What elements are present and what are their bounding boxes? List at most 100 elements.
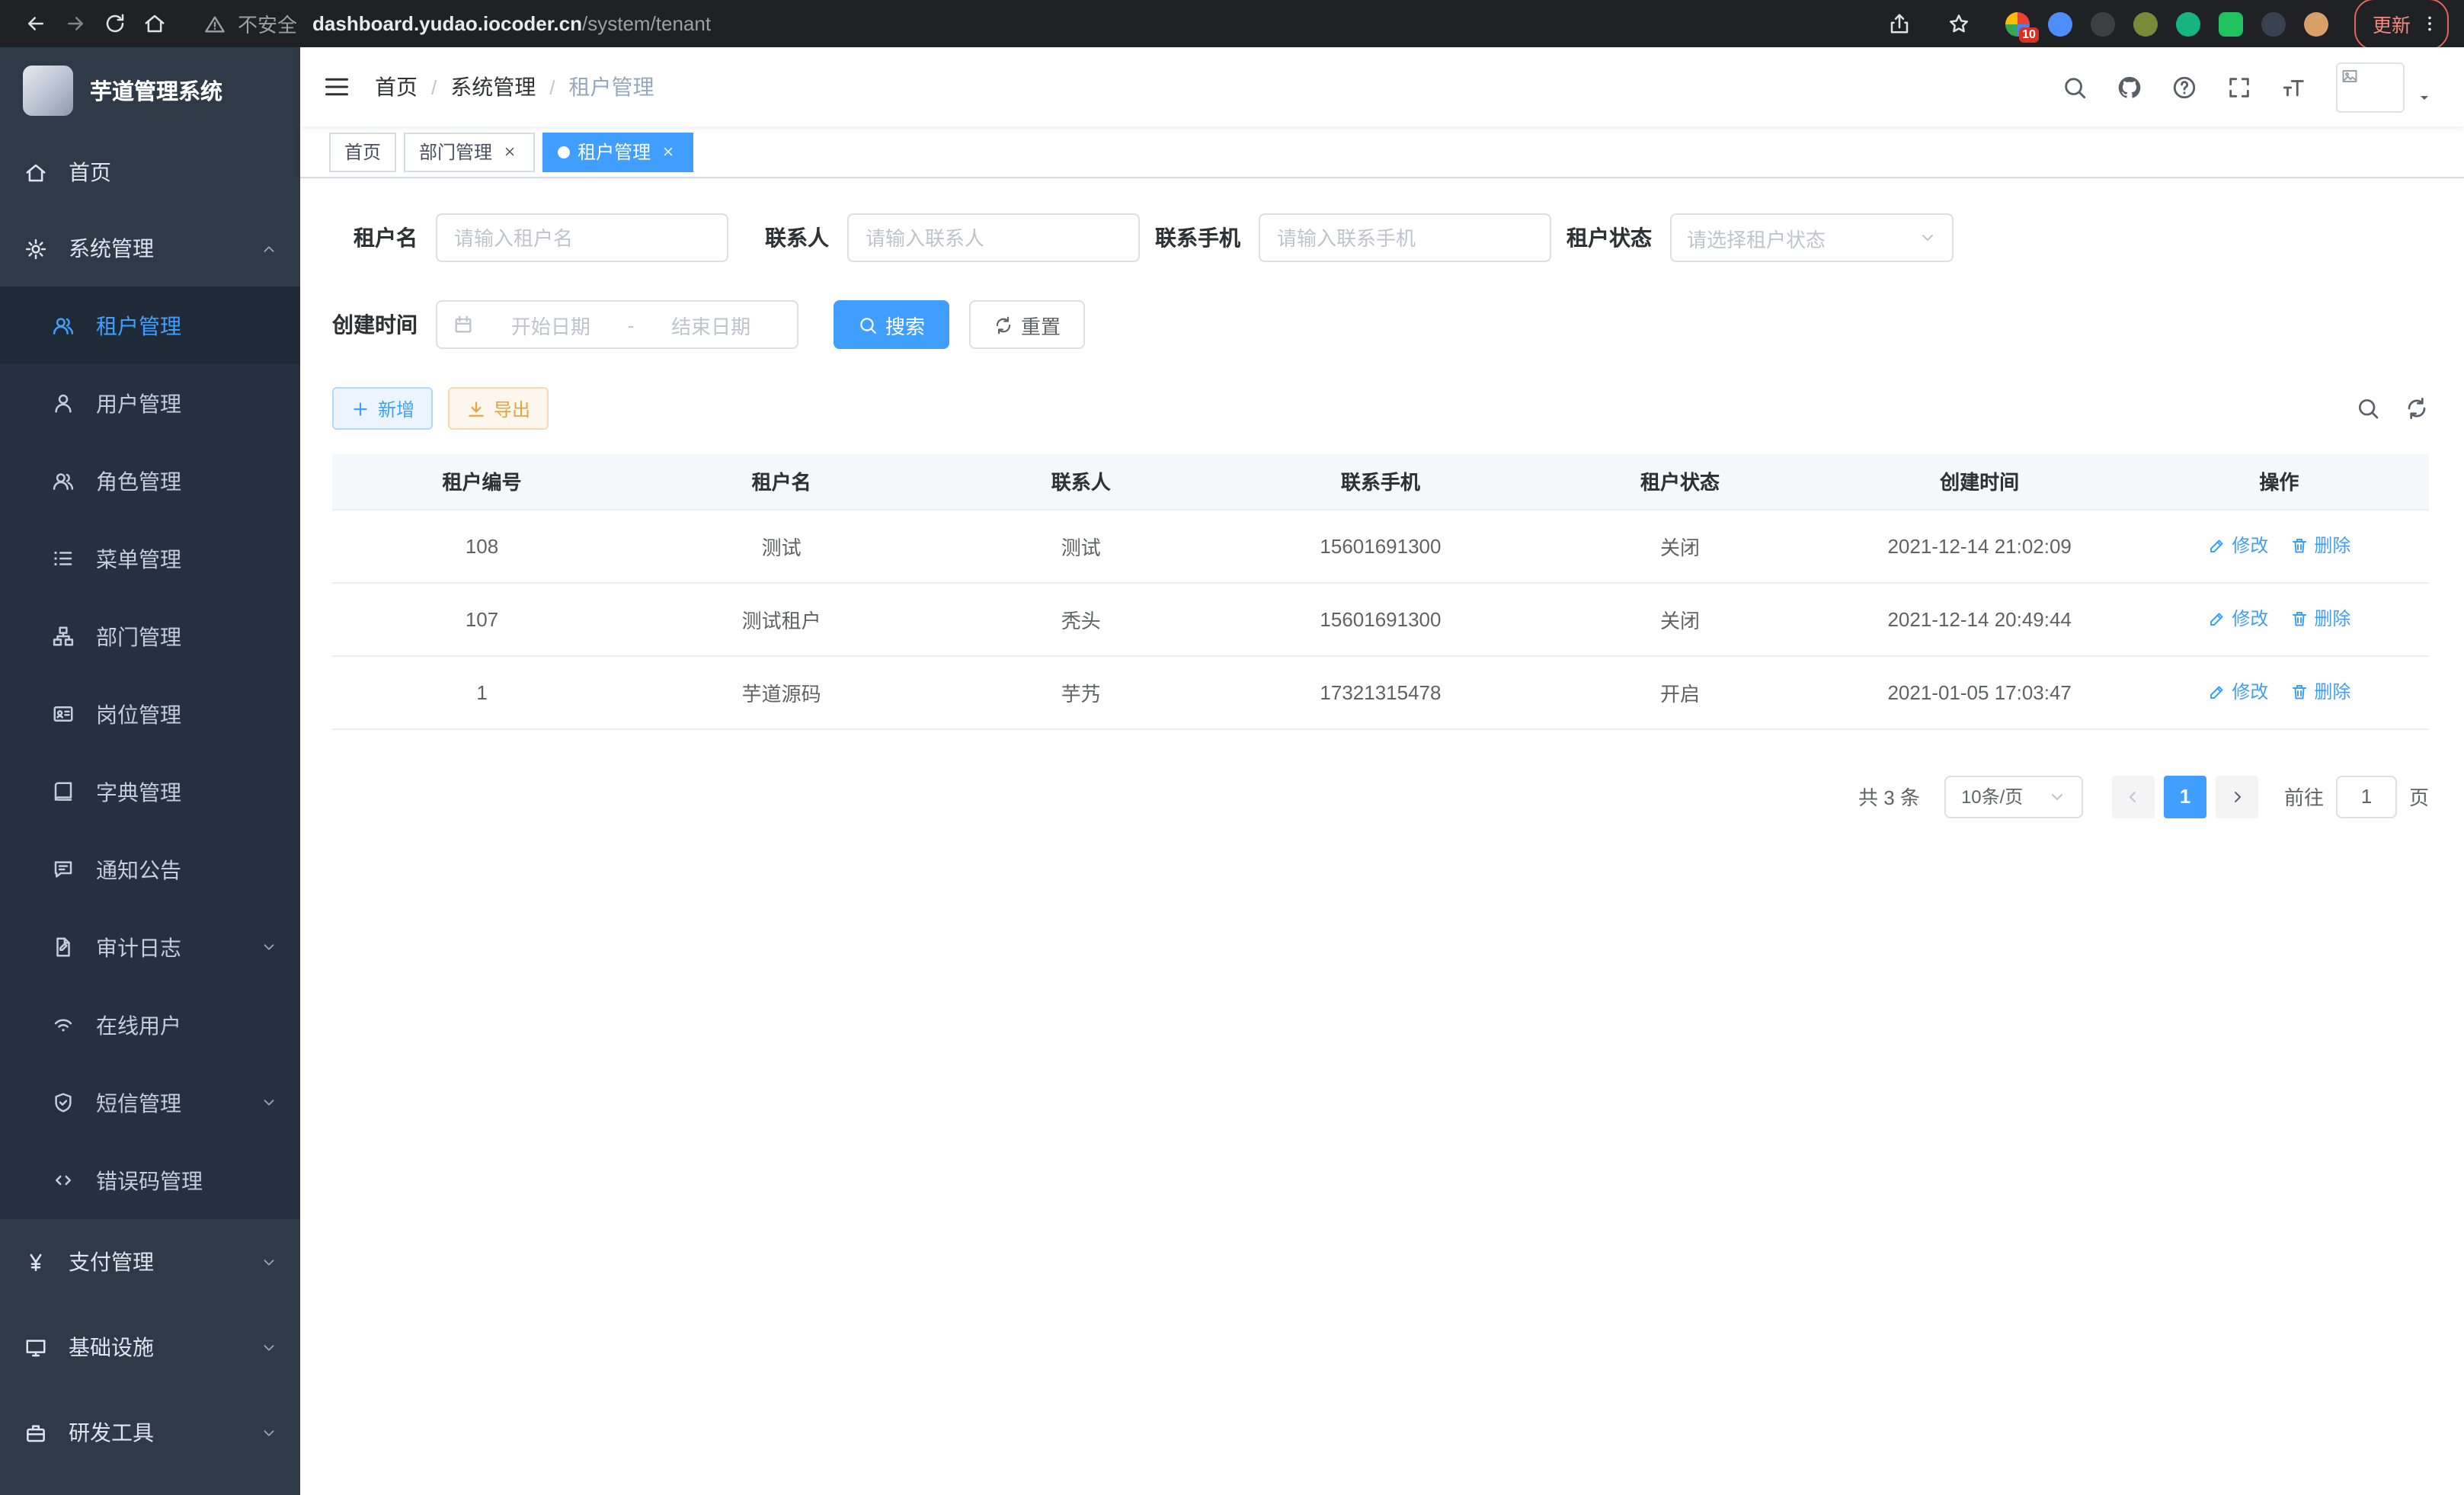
export-button[interactable]: 导出 <box>448 387 549 430</box>
sidebar-item-notice[interactable]: 通知公告 <box>0 831 300 908</box>
browser-forward-icon[interactable] <box>55 4 94 43</box>
sidebar-item-menu[interactable]: 菜单管理 <box>0 520 300 597</box>
column-header: 租户名 <box>632 454 931 509</box>
security-label: 不安全 <box>238 9 297 38</box>
chevron-down-icon <box>261 1424 277 1441</box>
user-menu-caret-icon[interactable] <box>2415 88 2434 112</box>
refresh-table-icon[interactable] <box>2405 396 2429 421</box>
column-header: 联系人 <box>931 454 1230 509</box>
user-icon <box>50 392 76 415</box>
address-bar[interactable]: 不安全 dashboard.yudao.iocoder.cn/system/te… <box>204 9 711 38</box>
chevron-down-icon <box>261 939 277 956</box>
add-button[interactable]: 新增 <box>332 387 433 430</box>
reset-button[interactable]: 重置 <box>969 300 1085 349</box>
refresh-icon <box>994 315 1013 335</box>
header-search-icon[interactable] <box>2062 74 2088 100</box>
font-size-icon[interactable] <box>2281 74 2307 100</box>
shield-check-icon <box>50 1091 76 1114</box>
sidebar: 芋道管理系统 首页系统管理租户管理用户管理角色管理菜单管理部门管理岗位管理字典管… <box>0 47 300 1495</box>
contact-input[interactable] <box>847 213 1140 262</box>
breadcrumb-item[interactable]: 系统管理 <box>450 72 536 102</box>
sidebar-item-post[interactable]: 岗位管理 <box>0 675 300 753</box>
help-icon[interactable] <box>2171 74 2197 100</box>
delete-label: 删除 <box>2314 606 2350 632</box>
search-button[interactable]: 搜索 <box>834 300 949 349</box>
sidebar-item-dept[interactable]: 部门管理 <box>0 597 300 675</box>
share-icon[interactable] <box>1880 4 1920 43</box>
cell-contact: 秃头 <box>931 582 1230 655</box>
delete-link[interactable]: 删除 <box>2290 533 2350 559</box>
date-separator: - <box>628 313 635 336</box>
tree-org-icon <box>50 625 76 648</box>
tenant-status-select[interactable]: 请选择租户状态 <box>1670 213 1954 262</box>
delete-link[interactable]: 删除 <box>2290 606 2350 632</box>
mobile-input[interactable] <box>1259 213 1551 262</box>
sidebar-item-role[interactable]: 角色管理 <box>0 442 300 520</box>
sidebar-item-dev-tools[interactable]: 研发工具 <box>0 1390 300 1475</box>
page-1-button[interactable]: 1 <box>2164 775 2206 818</box>
column-header: 创建时间 <box>1830 454 2130 509</box>
close-icon[interactable] <box>500 142 520 162</box>
edit-link[interactable]: 修改 <box>2207 679 2268 705</box>
extension-green-circle-icon[interactable] <box>2176 11 2200 36</box>
sidebar-item-label: 错误码管理 <box>96 1165 203 1196</box>
extension-wheel-icon[interactable]: 10 <box>2005 11 2030 36</box>
close-icon[interactable] <box>658 142 678 162</box>
browser-back-icon[interactable] <box>15 4 55 43</box>
sidebar-item-system[interactable]: 系统管理 <box>0 210 300 287</box>
tab-home[interactable]: 首页 <box>329 132 396 171</box>
user-avatar[interactable] <box>2336 62 2405 112</box>
extension-tan-icon[interactable] <box>2304 11 2328 36</box>
chevron-down-icon <box>261 1339 277 1356</box>
extension-dark-circle-icon[interactable] <box>2091 11 2115 36</box>
github-icon[interactable] <box>2117 74 2142 100</box>
fullscreen-icon[interactable] <box>2226 74 2252 100</box>
browser-reload-icon[interactable] <box>94 4 134 43</box>
sidebar-item-pay[interactable]: 支付管理 <box>0 1219 300 1305</box>
sidebar-item-home[interactable]: 首页 <box>0 134 300 210</box>
security-warning-icon <box>204 13 232 34</box>
goto-input[interactable] <box>2336 775 2397 818</box>
page-size-select[interactable]: 10条/页 <box>1944 775 2083 818</box>
logo[interactable]: 芋道管理系统 <box>0 47 300 134</box>
extensions: 10 <box>2005 11 2328 36</box>
tab-dept[interactable]: 部门管理 <box>404 132 535 171</box>
id-card-icon <box>50 703 76 725</box>
browser-home-icon[interactable] <box>134 4 174 43</box>
extension-olive-icon[interactable] <box>2133 11 2158 36</box>
tenant-name-input[interactable] <box>436 213 728 262</box>
extension-blue-icon[interactable] <box>2048 11 2072 36</box>
screen: 不安全 dashboard.yudao.iocoder.cn/system/te… <box>0 0 2464 1495</box>
sidebar-item-user[interactable]: 用户管理 <box>0 364 300 442</box>
sidebar-item-infra[interactable]: 基础设施 <box>0 1305 300 1390</box>
sidebar-item-dict[interactable]: 字典管理 <box>0 753 300 831</box>
tab-tenant[interactable]: 租户管理 <box>542 132 693 171</box>
sidebar-item-error-code[interactable]: 错误码管理 <box>0 1141 300 1219</box>
filter-status: 租户状态 请选择租户状态 <box>1566 213 1954 262</box>
chevron-down-icon <box>261 1094 277 1111</box>
bookmark-star-icon[interactable] <box>1940 4 1979 43</box>
create-time-range[interactable]: 开始日期 - 结束日期 <box>436 300 798 349</box>
extension-navy-icon[interactable] <box>2261 11 2286 36</box>
delete-link[interactable]: 删除 <box>2290 679 2350 705</box>
breadcrumb-item[interactable]: 首页 <box>375 72 418 102</box>
browser-menu-icon[interactable] <box>2418 4 2440 43</box>
sidebar-item-label: 研发工具 <box>69 1417 154 1448</box>
sidebar-item-audit-log[interactable]: 审计日志 <box>0 908 300 986</box>
update-button[interactable]: 更新 <box>2354 0 2449 50</box>
sidebar-item-online-user[interactable]: 在线用户 <box>0 986 300 1064</box>
chevron-down-icon <box>2048 787 2066 805</box>
edit-link[interactable]: 修改 <box>2207 533 2268 559</box>
logo-avatar <box>23 66 73 116</box>
prev-page-button[interactable] <box>2112 775 2155 818</box>
sidebar-item-sms[interactable]: 短信管理 <box>0 1064 300 1141</box>
sidebar-toggle-icon[interactable] <box>323 73 350 101</box>
toggle-search-icon[interactable] <box>2356 396 2380 421</box>
extension-green-square-icon[interactable] <box>2219 11 2243 36</box>
calendar-icon <box>453 314 474 335</box>
export-button-label: 导出 <box>494 395 530 421</box>
cell-name: 测试租户 <box>632 582 931 655</box>
sidebar-item-tenant[interactable]: 租户管理 <box>0 287 300 364</box>
next-page-button[interactable] <box>2216 775 2258 818</box>
edit-link[interactable]: 修改 <box>2207 606 2268 632</box>
